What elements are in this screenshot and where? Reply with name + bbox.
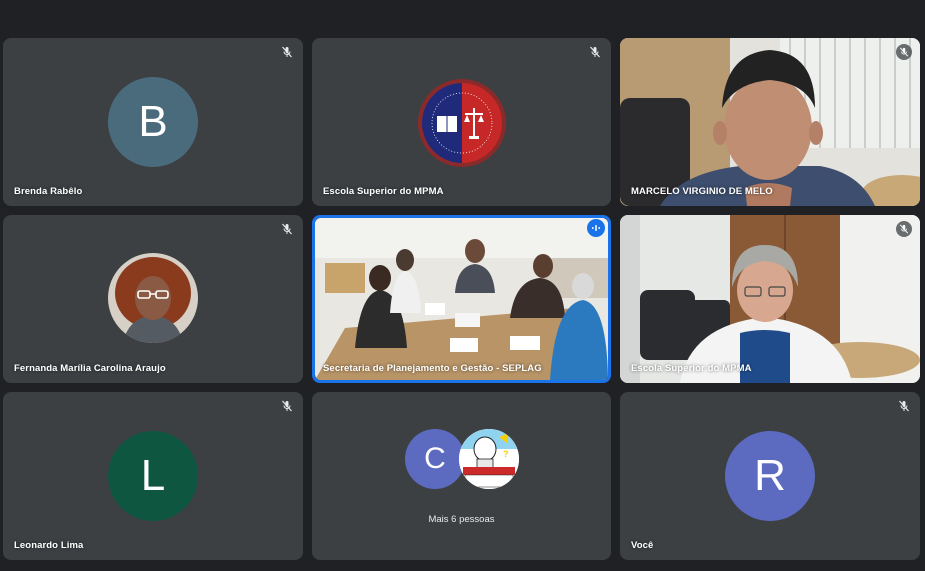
participant-tile-marcelo[interactable]: MARCELO VIRGINIO DE MELO — [620, 38, 920, 206]
mic-off-icon — [896, 398, 912, 414]
participant-name: Leonardo Lima — [14, 540, 84, 551]
avatar — [108, 253, 198, 343]
participant-name: Brenda Rabêlo — [14, 186, 83, 197]
mic-off-icon — [587, 44, 603, 60]
avatar: L — [108, 431, 198, 521]
more-participants-tile[interactable]: C ? Mais 6 pessoas — [312, 392, 611, 560]
mic-off-icon — [279, 221, 295, 237]
participant-tile-brenda[interactable]: B Brenda Rabêlo — [3, 38, 303, 206]
mic-off-icon — [896, 221, 912, 237]
participant-name: Secretaria de Planejamento e Gestão - SE… — [323, 363, 542, 374]
video-feed — [620, 215, 920, 383]
avatar: C — [405, 429, 465, 489]
svg-text:?: ? — [503, 449, 509, 459]
avatar-initial: B — [138, 97, 168, 146]
mic-off-icon — [896, 44, 912, 60]
participant-tile-seplag[interactable]: Secretaria de Planejamento e Gestão - SE… — [312, 215, 611, 383]
participant-tile-leonardo[interactable]: L Leonardo Lima — [3, 392, 303, 560]
participant-tile-escola-logo[interactable]: Escola Superior do MPMA — [312, 38, 611, 206]
avatar: B — [108, 77, 198, 167]
participant-name: MARCELO VIRGINIO DE MELO — [631, 186, 773, 197]
more-participants-label: Mais 6 pessoas — [428, 514, 495, 525]
participant-tile-self[interactable]: R Você — [620, 392, 920, 560]
participant-name: Fernanda Marília Carolina Araujo — [14, 363, 166, 374]
avatar-initial: R — [754, 451, 786, 500]
escola-logo — [417, 78, 507, 168]
video-feed — [315, 218, 608, 380]
participant-tile-fernanda[interactable]: Fernanda Marília Carolina Araujo — [3, 215, 303, 383]
speaking-indicator-icon — [587, 219, 605, 237]
participant-name: Você — [631, 540, 654, 551]
avatar-initial: C — [424, 442, 446, 475]
participant-tile-escola-video[interactable]: Escola Superior do MPMA — [620, 215, 920, 383]
participant-name: Escola Superior do MPMA — [631, 363, 752, 374]
mic-off-icon — [279, 44, 295, 60]
avatar-initial: L — [140, 451, 166, 500]
participant-name: Escola Superior do MPMA — [323, 186, 444, 197]
cartoon-avatar: ? — [459, 429, 519, 489]
avatar: R — [725, 431, 815, 521]
mic-off-icon — [279, 398, 295, 414]
meeting-grid: B Brenda Rabêlo Escola Superior do MPMA … — [0, 0, 925, 571]
video-feed — [620, 38, 920, 206]
